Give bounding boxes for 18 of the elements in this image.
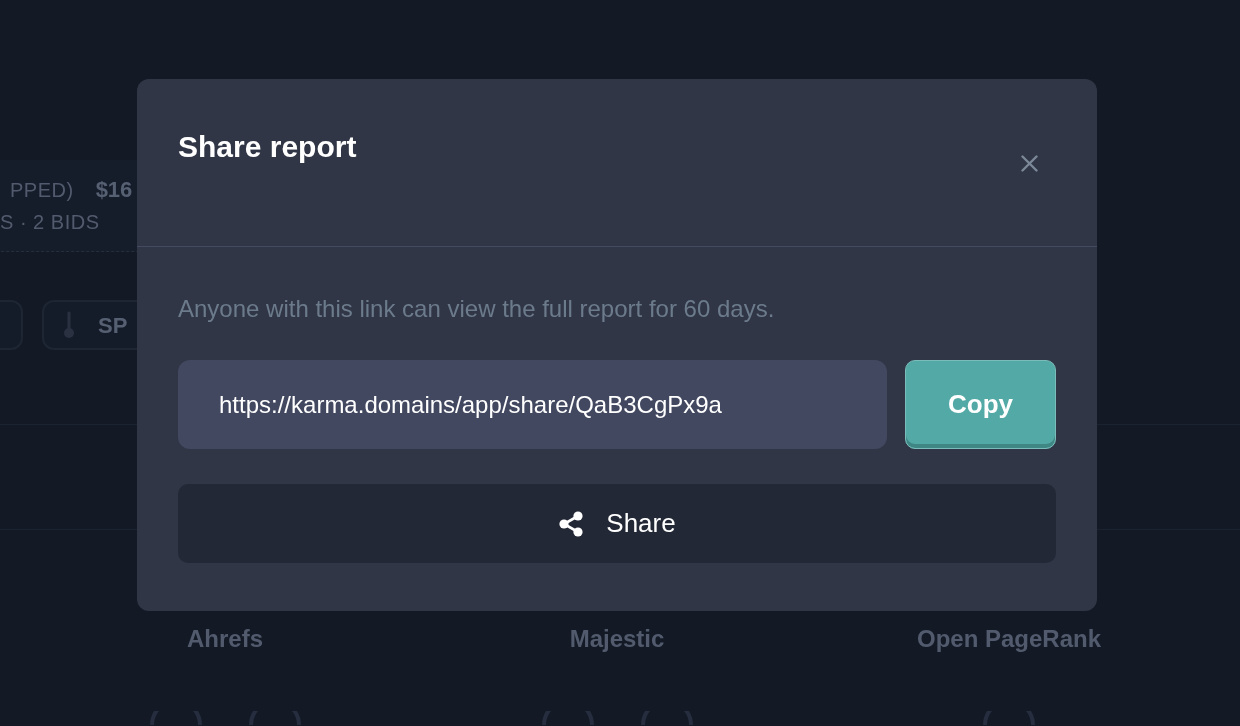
ring-icon bbox=[247, 711, 302, 725]
metric-label: Open PageRank bbox=[916, 624, 1102, 654]
ring-icon bbox=[148, 711, 203, 725]
metric-label: Majestic bbox=[569, 624, 665, 654]
dialog-title: Share report bbox=[178, 129, 357, 165]
thermometer-icon bbox=[62, 311, 76, 339]
bids-text: S · 2 BIDS bbox=[0, 209, 100, 235]
metric-label: Ahrefs bbox=[187, 624, 263, 654]
dialog-description: Anyone with this link can view the full report for 60 days. bbox=[178, 294, 775, 324]
price-text: $16 bbox=[95, 176, 133, 203]
close-icon bbox=[1020, 154, 1038, 172]
ring-icon bbox=[540, 711, 595, 725]
ring-icon bbox=[639, 711, 694, 725]
link-field[interactable]: https://karma.domains/app/share/QaB3CgPx9a bbox=[178, 360, 887, 449]
status-text: PPED) bbox=[10, 177, 74, 203]
share-icon bbox=[558, 510, 585, 537]
share-button[interactable]: Share bbox=[178, 484, 1056, 563]
ring-icon bbox=[982, 711, 1036, 725]
